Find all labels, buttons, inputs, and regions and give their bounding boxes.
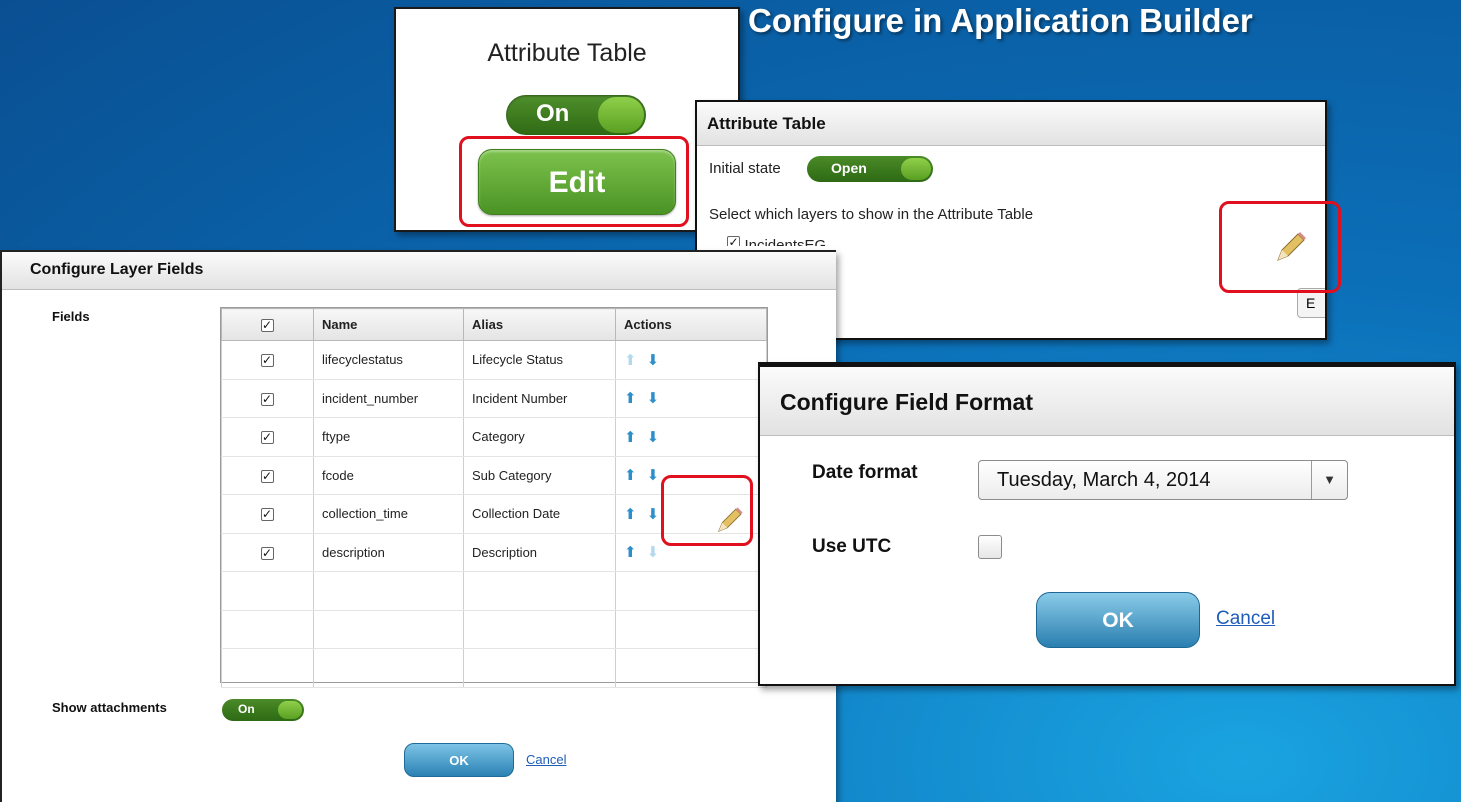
arrow-down-icon[interactable]: ⬇ xyxy=(647,428,660,446)
arrow-up-icon[interactable]: ⬆ xyxy=(624,466,637,484)
widget-toggle-label: On xyxy=(536,100,570,127)
configure-field-format-dialog: Configure Field Format Date format Tuesd… xyxy=(758,362,1456,686)
field-format-title: Configure Field Format xyxy=(760,364,1454,436)
dropdown-caret-icon[interactable]: ▼ xyxy=(1311,461,1347,499)
field-alias: Category xyxy=(463,417,616,457)
widget-toggle[interactable]: On xyxy=(506,95,646,135)
layers-instruction: Select which layers to show in the Attri… xyxy=(709,206,1034,223)
empty-row xyxy=(221,648,767,688)
table-row[interactable]: ✓ incident_number Incident Number ⬆ ⬇ xyxy=(221,379,767,418)
use-utc-label: Use UTC xyxy=(812,536,892,557)
show-attachments-label: Show attachments xyxy=(52,700,167,715)
empty-row xyxy=(221,610,767,649)
arrow-up-icon[interactable]: ⬆ xyxy=(624,543,637,561)
widget-title: Attribute Table xyxy=(487,39,647,67)
show-attachments-value: On xyxy=(238,702,255,716)
field-name: incident_number xyxy=(313,379,464,418)
use-utc-checkbox[interactable] xyxy=(978,535,1002,559)
checkbox-icon[interactable]: ✓ xyxy=(260,354,274,368)
arrow-down-icon[interactable]: ⬇ xyxy=(647,389,660,407)
checkbox-icon[interactable]: ✓ xyxy=(260,392,274,406)
row-pencil-highlight xyxy=(661,475,753,546)
edit-button-highlight xyxy=(459,136,689,227)
arrow-up-icon[interactable]: ⬆ xyxy=(624,389,637,407)
column-header: Name xyxy=(313,308,464,341)
select-all-checkbox[interactable]: ✓ xyxy=(221,308,314,341)
initial-state-value: Open xyxy=(831,160,867,176)
field-name: ftype xyxy=(313,417,464,457)
arrow-down-icon[interactable]: ⬇ xyxy=(647,466,660,484)
arrow-down-icon: ⬇ xyxy=(646,544,660,562)
toggle-knob xyxy=(278,701,302,719)
layer-row[interactable]: ✓ IncidentsEG xyxy=(727,232,826,246)
checkbox-icon[interactable]: ✓ xyxy=(260,431,274,445)
date-format-value: Tuesday, March 4, 2014 xyxy=(997,469,1211,491)
field-alias: Collection Date xyxy=(463,494,616,534)
arrow-down-icon[interactable]: ⬇ xyxy=(647,505,660,523)
layer-name: IncidentsEG xyxy=(744,237,827,246)
initial-state-toggle[interactable]: Open xyxy=(807,156,933,182)
fields-label: Fields xyxy=(52,309,90,324)
slide-title: Configure in Application Builder xyxy=(748,2,1253,39)
table-row[interactable]: ✓ ftype Category ⬆ ⬇ xyxy=(221,417,767,457)
arrow-up-icon[interactable]: ⬆ xyxy=(624,505,637,523)
arrow-up-icon[interactable]: ⬆ xyxy=(624,428,637,446)
column-header: Actions xyxy=(615,308,767,341)
arrow-up-icon: ⬆ xyxy=(624,351,637,369)
column-header: Alias xyxy=(463,308,616,341)
date-format-select[interactable]: Tuesday, March 4, 2014 ▼ xyxy=(978,460,1348,500)
checkbox-icon[interactable]: ✓ xyxy=(260,546,274,560)
field-alias: Incident Number xyxy=(463,379,616,418)
field-name: description xyxy=(313,533,464,572)
attribute-panel-title: Attribute Table xyxy=(697,102,1325,146)
checkbox-icon[interactable]: ✓ xyxy=(727,236,740,246)
checkbox-icon[interactable]: ✓ xyxy=(260,469,274,483)
checkbox-icon[interactable]: ✓ xyxy=(260,508,274,522)
initial-state-label: Initial state xyxy=(709,160,781,177)
table-row[interactable]: ✓ lifecyclestatus Lifecycle Status ⬆ ⬇ xyxy=(221,340,767,380)
show-attachments-toggle[interactable]: On xyxy=(222,699,304,721)
cancel-link[interactable]: Cancel xyxy=(1216,608,1275,630)
ok-button[interactable]: OK xyxy=(404,743,514,777)
empty-row xyxy=(221,571,767,611)
field-name: fcode xyxy=(313,456,464,495)
toggle-knob xyxy=(901,158,931,180)
ok-button[interactable]: OK xyxy=(1036,592,1200,648)
field-name: lifecyclestatus xyxy=(313,340,464,380)
field-alias: Sub Category xyxy=(463,456,616,495)
arrow-down-icon[interactable]: ⬇ xyxy=(647,351,660,369)
date-format-label: Date format xyxy=(812,462,918,483)
layer-fields-title: Configure Layer Fields xyxy=(2,252,836,290)
cancel-link[interactable]: Cancel xyxy=(526,752,566,767)
checkbox-icon[interactable]: ✓ xyxy=(260,319,274,332)
field-alias: Description xyxy=(463,533,616,572)
field-alias: Lifecycle Status xyxy=(463,340,616,380)
pencil-highlight xyxy=(1219,201,1341,293)
toggle-knob xyxy=(598,97,644,133)
field-name: collection_time xyxy=(313,494,464,534)
